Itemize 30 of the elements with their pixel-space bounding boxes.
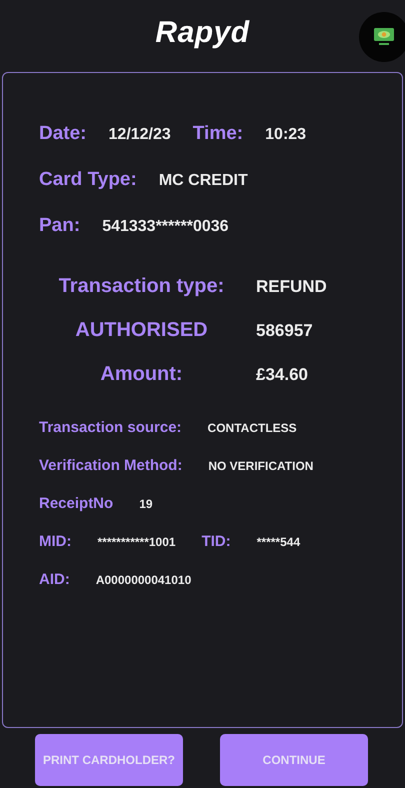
field-label: AUTHORISED [74,319,209,342]
field-label: Date: [39,123,87,145]
print-button[interactable]: PRINT CARDHOLDER? [35,734,183,786]
field-label: Pan: [39,215,80,237]
field-value: 541333******0036 [102,218,229,236]
field-value: 19 [139,497,153,511]
field-label: ReceiptNo [39,495,114,512]
field-value: £34.60 [256,365,308,385]
field-label: Verification Method: [39,457,182,474]
field-value: 586957 [256,321,313,341]
field-value: ***********1001 [98,535,176,549]
field-label: MID: [39,533,72,550]
field-value: *****544 [256,535,300,549]
field-label: Card Type: [39,169,137,191]
field-value: 12/12/23 [108,126,171,144]
field-label: TID: [202,533,231,550]
monitor-icon[interactable] [359,12,405,62]
field-value: 10:23 [265,126,306,144]
field-value: REFUND [256,277,327,297]
field-label: Amount: [99,363,184,386]
field-label: AID: [39,571,70,588]
continue-button[interactable]: CONTINUE [220,734,368,786]
field-value: CONTACTLESS [208,421,297,435]
field-label: Transaction source: [39,419,182,436]
field-value: NO VERIFICATION [208,459,314,473]
field-value: MC CREDIT [158,172,248,190]
logo: Rapyd [155,16,250,50]
field-label: Time: [192,123,244,145]
field-value: A0000000041010 [96,573,192,587]
field-label: Transaction type: [58,275,226,298]
